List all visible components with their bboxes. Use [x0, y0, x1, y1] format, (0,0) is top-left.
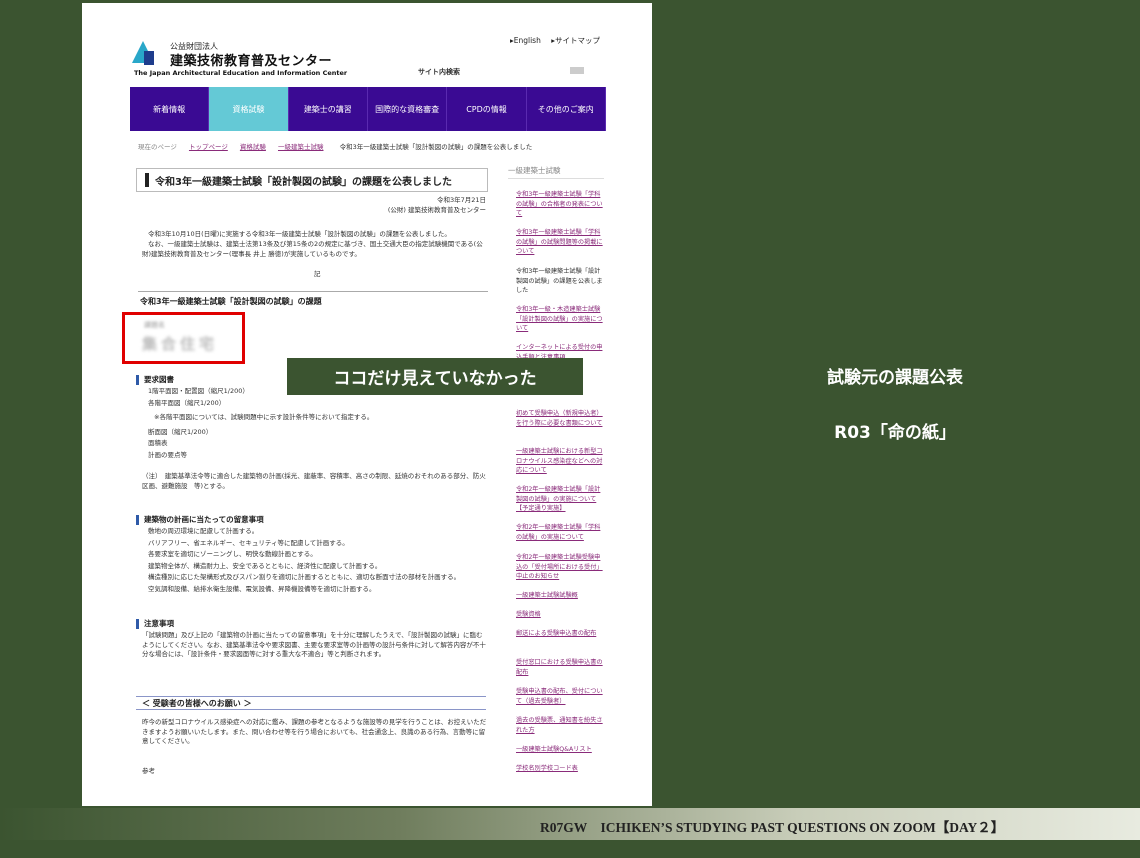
planning-notes-list: 敷地の周辺環境に配慮して計画する。 バリアフリー、省エネルギー、セキュリティ等に…: [148, 526, 460, 595]
sidebar-item[interactable]: 令和3年一級建築士試験「学科の試験」の合格者の発表について: [516, 190, 604, 219]
cautions-heading: 注意事項: [136, 618, 174, 629]
sidebar-item[interactable]: 令和2年一級建築士試験「学科の試験」の実施について: [516, 523, 604, 542]
nav-item-international[interactable]: 国際的な資格審査: [368, 87, 448, 131]
article-date: 令和3年7月21日: [436, 196, 486, 204]
sidebar-item[interactable]: 令和3年一級建築士試験「学科の試験」の試験問題等の掲載について: [516, 228, 604, 257]
sidebar-divider: [508, 178, 604, 179]
planning-notes-heading: 建築物の計画に当たっての留意事項: [136, 514, 264, 525]
nav-item-courses[interactable]: 建築士の講習: [289, 87, 368, 131]
sidebar-item[interactable]: 令和2年一級建築士試験「設計製図の試験」の実施について【予定通り実施】: [516, 485, 604, 514]
org-logo-icon: [132, 41, 154, 67]
article-title-box: 令和3年一級建築士試験「設計製図の試験」の課題を公表しました: [136, 168, 488, 192]
date-block: 令和3年7月21日 (公財) 建築技術教育普及センター: [374, 195, 486, 215]
required-drawings-heading: 要求図書: [136, 374, 174, 385]
list-item: 空気調和設備、給排水衛生設備、電気設備、昇降機設備等を適切に計画する。: [148, 584, 376, 593]
breadcrumb-exams[interactable]: 資格試験: [240, 143, 266, 151]
nav-item-exams[interactable]: 資格試験: [209, 87, 289, 131]
sidebar-item[interactable]: 郵送による受験申込書の配布: [516, 629, 604, 639]
top-links: ▸English ▸サイトマップ: [510, 35, 608, 46]
breadcrumb-class1[interactable]: 一級建築士試験: [278, 143, 324, 151]
callout-label: ココだけ見えていなかった: [287, 358, 583, 395]
breadcrumb: 現在のページ トップページ 資格試験 一級建築士試験 令和3年一級建築士試験「設…: [138, 141, 532, 151]
breadcrumb-prefix: 現在のページ: [138, 143, 177, 151]
list-item: 各要求室を適切にゾーニングし、明快な動線計画とする。: [148, 550, 317, 558]
slide-title: 試験元の課題公表: [827, 368, 963, 388]
list-item: 断面図（縮尺1/200）: [148, 427, 213, 436]
list-item: 建築物全体が、構造耐力上、安全であるとともに、経済性に配慮して計画する。: [148, 561, 382, 570]
org-english-name: The Japan Architectural Education and In…: [134, 69, 348, 77]
org-name: 建築技術教育普及センター: [170, 54, 333, 69]
sidebar-heading: 一級建築士試験: [508, 166, 561, 175]
webpage-screenshot: 公益財団法人 建築技術教育普及センター The Japan Architectu…: [82, 3, 652, 806]
english-link[interactable]: ▸English: [510, 36, 541, 45]
article-publisher: (公財) 建築技術教育普及センター: [387, 206, 486, 214]
list-item: 計画の要点等: [148, 450, 187, 459]
plea-heading: ＜ 受験者の皆様へのお願い ＞: [136, 696, 486, 710]
cautions-text: 「試験問題」及び上記の「建築物の計画に当たっての留意事項」を十分に理解したうえで…: [142, 631, 486, 658]
required-drawings-note: （注） 建築基準法令等に適合した建築物の計画(採光、建蔽率、容積率、高さの制限、…: [142, 472, 486, 490]
divider: [138, 291, 488, 292]
plea-text: 昨今の新型コロナウイルス感染症への対応に鑑み、課題の参考となるような施設等の見学…: [142, 718, 487, 745]
sidebar-item[interactable]: 受験資格: [516, 610, 604, 620]
list-item: 各階平面図（縮尺1/200）: [148, 398, 226, 407]
sidebar-item[interactable]: 受験申込書の配布、受付について（過去受験者）: [516, 687, 604, 706]
list-item: ※各階平面図については、試験問題中に示す設計条件等において指定する。: [154, 413, 374, 421]
list-item: 面積表: [148, 439, 168, 447]
footer-text: R07GW ICHIKEN’S STUDYING PAST QUESTIONS …: [540, 820, 1005, 835]
sidebar-item[interactable]: 学校名別学校コード表: [516, 764, 604, 774]
highlight-box: [122, 312, 245, 364]
reference-label: 参考: [142, 767, 155, 775]
site-search-label: サイト内検索: [418, 68, 460, 76]
sitemap-link[interactable]: ▸サイトマップ: [551, 36, 600, 45]
intro-paragraph-1: 令和3年10月10日(日曜)に実施する令和3年一級建築士試験「設計製図の試験」の…: [148, 230, 451, 238]
list-item: 構造種別に応じた架構形式及びスパン割りを適切に計画するとともに、適切な断面寸法の…: [148, 573, 461, 581]
sidebar-item[interactable]: 一級建築士試験における新型コロナウイルス感染症などへの対応について: [516, 447, 604, 476]
slide-subtitle: R03「命の紙」: [834, 423, 956, 443]
sidebar-item[interactable]: 令和3年一級・木造建築士試験「設計製図の試験」の実施について: [516, 305, 604, 334]
sidebar-item[interactable]: 令和2年一級建築士試験受験申込の「受付場所における受付」中止のお知らせ: [516, 553, 604, 582]
sidebar-item[interactable]: 一級建築士試験試験概: [516, 591, 604, 601]
required-drawings-list: 1階平面図・配置図（縮尺1/200） 各階平面図（縮尺1/200） ※各階平面図…: [148, 386, 373, 461]
breadcrumb-top[interactable]: トップページ: [189, 143, 228, 151]
main-nav: 新着情報 資格試験 建築士の講習 国際的な資格審査 CPDの情報 その他のご案内: [130, 87, 606, 131]
nav-item-cpd[interactable]: CPDの情報: [447, 87, 527, 131]
title-bar-decoration: [145, 173, 149, 187]
section-subheading: 令和3年一級建築士試験「設計製図の試験」の課題: [140, 297, 322, 306]
sidebar-item-current: 令和3年一級建築士試験「設計製図の試験」の課題を公表しました: [516, 268, 603, 294]
nav-item-other[interactable]: その他のご案内: [527, 87, 606, 131]
sidebar-item[interactable]: 過去の受験票、通知書を紛失された方: [516, 716, 604, 735]
breadcrumb-current: 令和3年一級建築士試験「設計製図の試験」の課題を公表しました: [339, 143, 533, 151]
search-button[interactable]: [570, 67, 584, 74]
ki-label: 記: [314, 270, 321, 278]
nav-item-news[interactable]: 新着情報: [130, 87, 210, 131]
list-item: 敷地の周辺環境に配慮して計画する。: [148, 527, 259, 535]
sidebar-item[interactable]: 受付窓口における受験申込書の配布: [516, 658, 604, 677]
intro-paragraph-2: なお、一級建築士試験は、建築士法第13条及び第15条の2の規定に基づき、国土交通…: [142, 240, 483, 258]
list-item: バリアフリー、省エネルギー、セキュリティ等に配慮して計画する。: [148, 538, 349, 547]
page-title: 令和3年一級建築士試験「設計製図の試験」の課題を公表しました: [155, 176, 452, 188]
sidebar-item[interactable]: 一級建築士試験Q&Aリスト: [516, 745, 604, 755]
sidebar-item[interactable]: 初めて受験申込（新規申込者）を行う際に必要な書類について: [516, 409, 604, 428]
